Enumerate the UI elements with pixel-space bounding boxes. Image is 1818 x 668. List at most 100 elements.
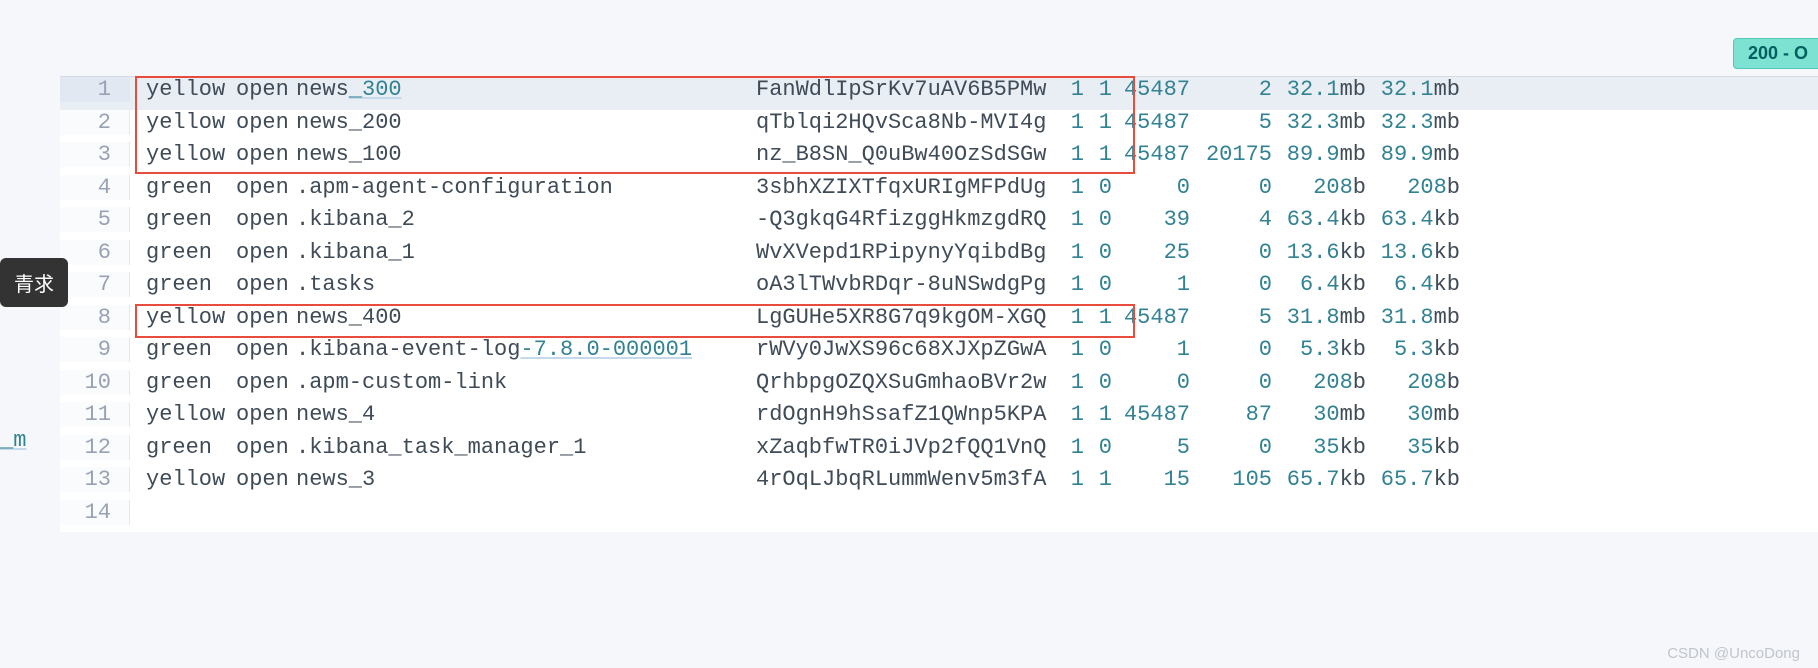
col-index: .apm-custom-link [296, 370, 756, 395]
col-pri: 1 [1056, 435, 1084, 460]
col-index: news_4 [296, 402, 756, 427]
editor-line[interactable]: 1yellowopennews_300FanWdlIpSrKv7uAV6B5PM… [60, 77, 1818, 110]
col-index: .kibana_2 [296, 207, 756, 232]
col-deleted: 0 [1190, 337, 1272, 362]
line-content: yellowopennews_300FanWdlIpSrKv7uAV6B5PMw… [130, 77, 1818, 102]
col-rep: 1 [1084, 467, 1112, 492]
editor-line[interactable]: 9greenopen.kibana-event-log-7.8.0-000001… [60, 337, 1818, 370]
col-docs: 45487 [1112, 110, 1190, 135]
line-number: 8 [60, 305, 130, 330]
col-docs: 1 [1112, 337, 1190, 362]
col-docs: 5 [1112, 435, 1190, 460]
line-content: greenopen.kibana_1WvXVepd1RPipynyYqibdBg… [130, 240, 1818, 265]
line-content: yellowopennews_400LgGUHe5XR8G7q9kgOM-XGQ… [130, 305, 1818, 330]
col-status: open [236, 110, 296, 135]
col-deleted: 0 [1190, 175, 1272, 200]
col-health: green [146, 272, 236, 297]
col-deleted: 0 [1190, 435, 1272, 460]
col-health: yellow [146, 110, 236, 135]
editor-line[interactable]: 3yellowopennews_100nz_B8SN_Q0uBw40OzSdSG… [60, 142, 1818, 175]
editor-line[interactable]: 11yellowopennews_4rdOgnH9hSsafZ1QWnp5KPA… [60, 402, 1818, 435]
col-uuid: LgGUHe5XR8G7q9kgOM-XGQ [756, 305, 1056, 330]
col-index: news_3 [296, 467, 756, 492]
col-store-size: 65.7kb [1272, 467, 1366, 492]
col-health: green [146, 175, 236, 200]
col-index: news_300 [296, 77, 756, 102]
col-health: yellow [146, 467, 236, 492]
editor-line[interactable]: 8yellowopennews_400LgGUHe5XR8G7q9kgOM-XG… [60, 305, 1818, 338]
col-docs: 0 [1112, 175, 1190, 200]
col-pri-store-size: 208b [1366, 175, 1460, 200]
col-pri: 1 [1056, 142, 1084, 167]
col-pri-store-size: 32.1mb [1366, 77, 1460, 102]
col-deleted: 0 [1190, 272, 1272, 297]
col-deleted: 0 [1190, 240, 1272, 265]
col-pri: 1 [1056, 272, 1084, 297]
col-uuid: oA3lTWvbRDqr-8uNSwdgPg [756, 272, 1056, 297]
editor-line[interactable]: 14 [60, 500, 1818, 533]
col-pri: 1 [1056, 175, 1084, 200]
col-index: news_400 [296, 305, 756, 330]
output-editor[interactable]: 1yellowopennews_300FanWdlIpSrKv7uAV6B5PM… [60, 76, 1818, 532]
line-content: yellowopennews_4rdOgnH9hSsafZ1QWnp5KPA11… [130, 402, 1818, 427]
col-deleted: 0 [1190, 370, 1272, 395]
line-content: greenopen.apm-custom-linkQrhbpgOZQXSuGmh… [130, 370, 1818, 395]
col-health: green [146, 240, 236, 265]
line-number: 6 [60, 240, 130, 265]
col-rep: 0 [1084, 240, 1112, 265]
editor-line[interactable]: 6greenopen.kibana_1WvXVepd1RPipynyYqibdB… [60, 240, 1818, 273]
col-pri: 1 [1056, 110, 1084, 135]
col-pri-store-size: 31.8mb [1366, 305, 1460, 330]
col-pri-store-size: 32.3mb [1366, 110, 1460, 135]
col-pri: 1 [1056, 402, 1084, 427]
editor-line[interactable]: 10greenopen.apm-custom-linkQrhbpgOZQXSuG… [60, 370, 1818, 403]
col-pri-store-size: 65.7kb [1366, 467, 1460, 492]
col-rep: 1 [1084, 110, 1112, 135]
editor-line[interactable]: 2yellowopennews_200qTblqi2HQvSca8Nb-MVI4… [60, 110, 1818, 143]
editor-line[interactable]: 4greenopen.apm-agent-configuration3sbhXZ… [60, 175, 1818, 208]
col-index: news_200 [296, 110, 756, 135]
line-number: 12 [60, 435, 130, 460]
line-content: yellowopennews_100nz_B8SN_Q0uBw40OzSdSGw… [130, 142, 1818, 167]
col-rep: 0 [1084, 175, 1112, 200]
col-rep: 1 [1084, 402, 1112, 427]
col-store-size: 31.8mb [1272, 305, 1366, 330]
col-deleted: 5 [1190, 305, 1272, 330]
line-number: 1 [60, 77, 130, 102]
col-uuid: 3sbhXZIXTfqxURIgMFPdUg [756, 175, 1056, 200]
col-index: .kibana_task_manager_1 [296, 435, 756, 460]
col-pri: 1 [1056, 240, 1084, 265]
col-pri: 1 [1056, 207, 1084, 232]
line-number: 4 [60, 175, 130, 200]
col-status: open [236, 305, 296, 330]
col-deleted: 105 [1190, 467, 1272, 492]
col-pri: 1 [1056, 77, 1084, 102]
line-number: 10 [60, 370, 130, 395]
col-deleted: 5 [1190, 110, 1272, 135]
col-pri: 1 [1056, 467, 1084, 492]
line-number: 5 [60, 207, 130, 232]
editor-line[interactable]: 13yellowopennews_34rOqLJbqRLummWenv5m3fA… [60, 467, 1818, 500]
col-pri-store-size: 63.4kb [1366, 207, 1460, 232]
col-index: .kibana-event-log-7.8.0-000001 [296, 337, 756, 362]
col-rep: 0 [1084, 337, 1112, 362]
editor-line[interactable]: 7greenopen.tasksoA3lTWvbRDqr-8uNSwdgPg10… [60, 272, 1818, 305]
col-docs: 1 [1112, 272, 1190, 297]
editor-line[interactable]: 12greenopen.kibana_task_manager_1xZaqbfw… [60, 435, 1818, 468]
col-docs: 0 [1112, 370, 1190, 395]
col-docs: 45487 [1112, 142, 1190, 167]
col-deleted: 87 [1190, 402, 1272, 427]
col-rep: 1 [1084, 77, 1112, 102]
col-pri-store-size: 6.4kb [1366, 272, 1460, 297]
col-status: open [236, 370, 296, 395]
col-rep: 1 [1084, 142, 1112, 167]
col-uuid: WvXVepd1RPipynyYqibdBg [756, 240, 1056, 265]
col-index: .apm-agent-configuration [296, 175, 756, 200]
col-store-size: 208b [1272, 175, 1366, 200]
col-uuid: qTblqi2HQvSca8Nb-MVI4g [756, 110, 1056, 135]
line-content: greenopen.kibana_task_manager_1xZaqbfwTR… [130, 435, 1818, 460]
line-content: yellowopennews_200qTblqi2HQvSca8Nb-MVI4g… [130, 110, 1818, 135]
editor-line[interactable]: 5greenopen.kibana_2-Q3gkqG4RfizggHkmzgdR… [60, 207, 1818, 240]
col-docs: 45487 [1112, 305, 1190, 330]
line-content: greenopen.apm-agent-configuration3sbhXZI… [130, 175, 1818, 200]
